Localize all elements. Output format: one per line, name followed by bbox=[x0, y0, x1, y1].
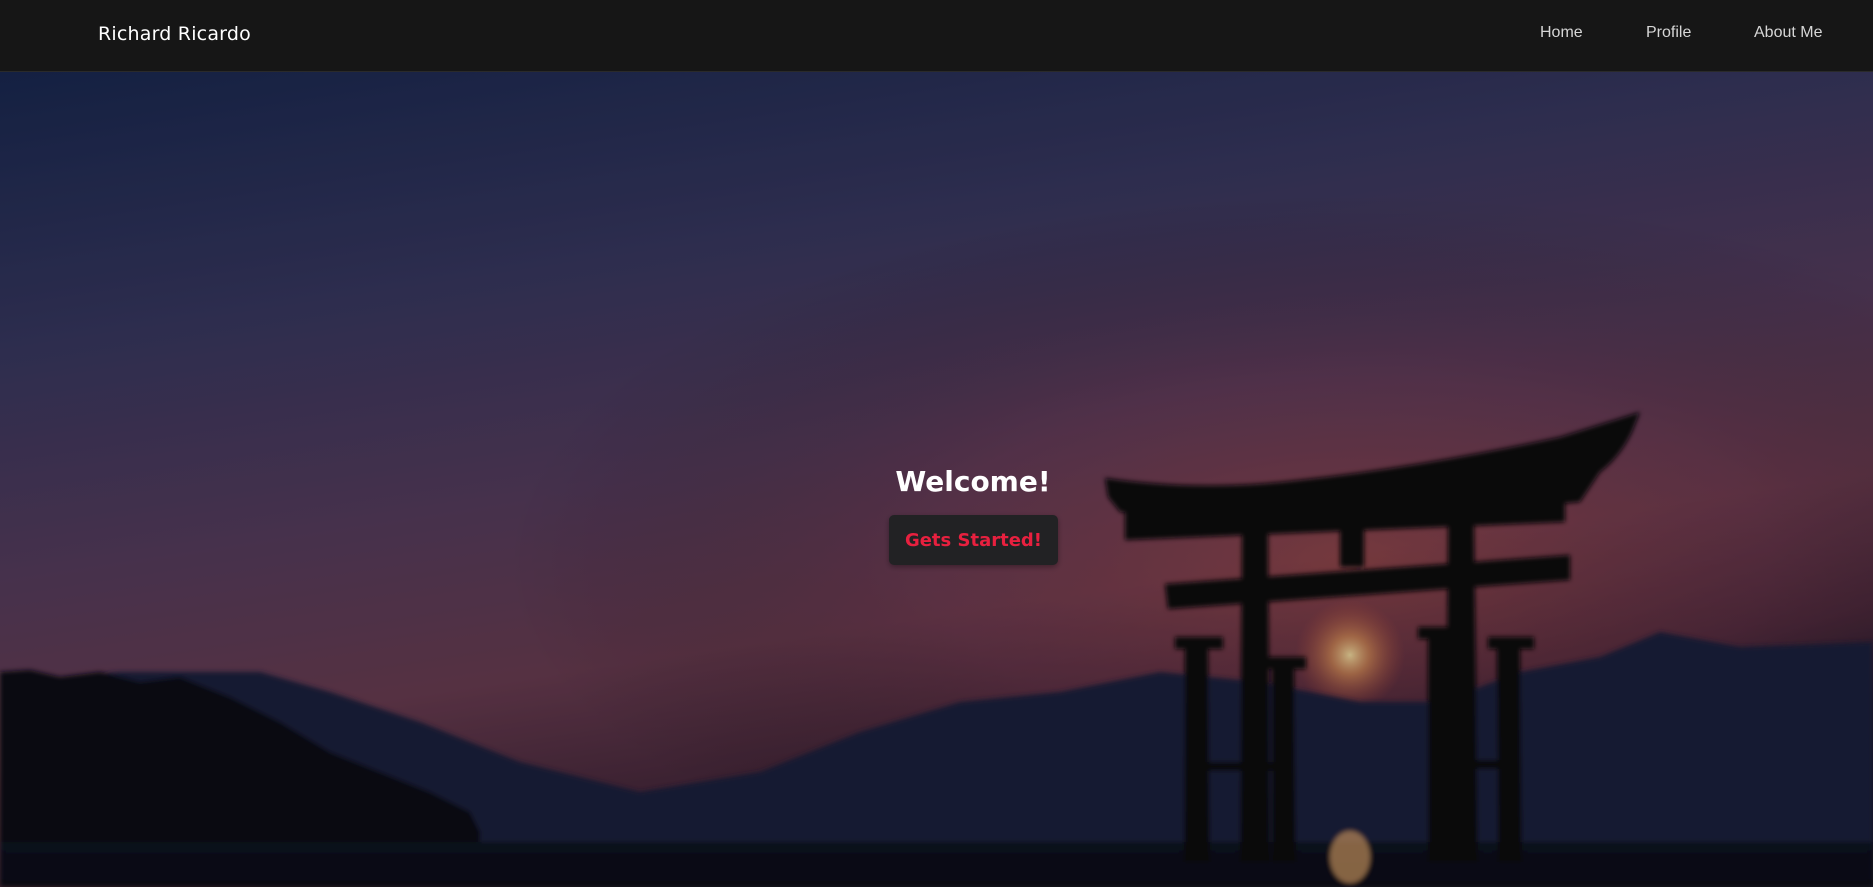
get-started-button[interactable]: Gets Started! bbox=[889, 515, 1058, 565]
welcome-heading: Welcome! bbox=[895, 465, 1051, 498]
nav-link-profile[interactable]: Profile bbox=[1646, 24, 1691, 42]
brand-name[interactable]: Richard Ricardo bbox=[98, 23, 251, 45]
top-navbar: Richard Ricardo Home Profile About Me bbox=[0, 0, 1873, 72]
hero-content: Welcome! Gets Started! bbox=[0, 72, 1873, 887]
nav-link-about-me[interactable]: About Me bbox=[1754, 24, 1822, 42]
hero-section: Welcome! Gets Started! bbox=[0, 72, 1873, 887]
nav-link-home[interactable]: Home bbox=[1540, 24, 1583, 42]
